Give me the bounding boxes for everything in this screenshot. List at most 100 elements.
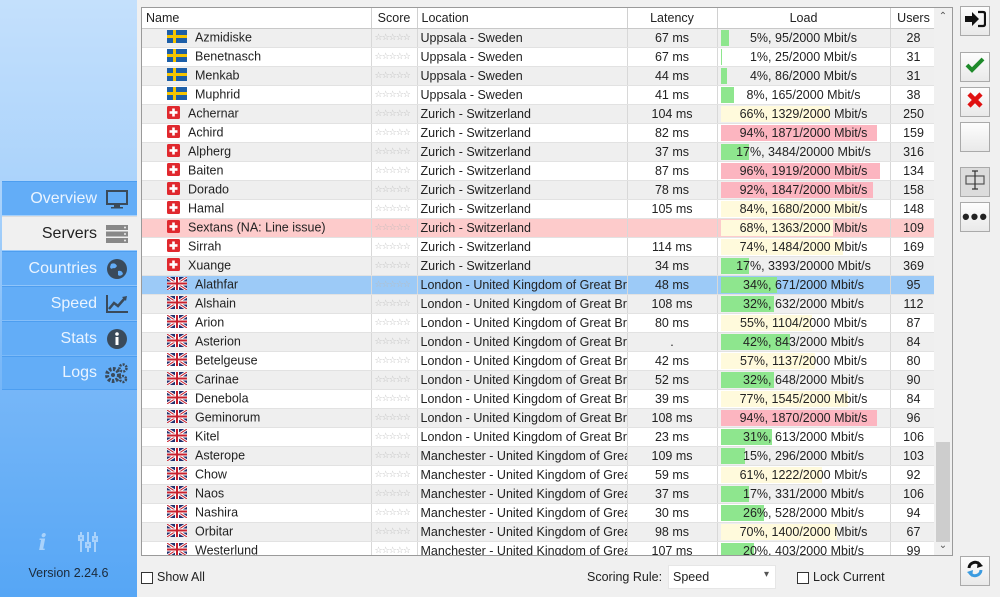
cell-location: Zurich - Switzerland xyxy=(417,180,628,200)
table-row[interactable]: Achernar ☆☆☆☆☆ Zurich - Switzerland 104 ms 6… xyxy=(142,104,938,124)
scroll-down-arrow-icon[interactable]: ⌄ xyxy=(934,537,952,555)
cell-users: 103 xyxy=(890,446,938,466)
table-row[interactable]: Azmidiske ☆☆☆☆☆ Uppsala - Sweden 67 ms 5%, 9… xyxy=(142,28,938,48)
table-row[interactable]: Sirrah ☆☆☆☆☆ Zurich - Switzerland 114 ms 74%… xyxy=(142,237,938,257)
load-text: 68%, 1363/2000 Mbit/s xyxy=(739,220,868,235)
flag-uk-icon xyxy=(166,389,188,407)
table-row[interactable]: Alathfar ☆☆☆☆☆ London - United Kingdom of … xyxy=(142,275,938,295)
chart-icon xyxy=(105,293,129,315)
score-stars-icon: ☆☆☆☆☆ xyxy=(374,488,411,498)
table-row[interactable]: Asterope ☆☆☆☆☆ Manchester - United Kingdom… xyxy=(142,446,938,466)
table-row[interactable]: Geminorum ☆☆☆☆☆ London - United Kingdom of… xyxy=(142,408,938,428)
column-header-users[interactable]: Users xyxy=(890,8,938,29)
column-header-score[interactable]: Score xyxy=(371,8,418,29)
sidebar-item-countries[interactable]: Countries xyxy=(2,251,137,285)
flag-uk-icon xyxy=(166,465,188,483)
cell-score: ☆☆☆☆☆ xyxy=(371,180,418,200)
gears-icon xyxy=(105,362,129,384)
flag-uk-icon xyxy=(166,522,188,540)
table-row[interactable]: Naos ☆☆☆☆☆ Manchester - United Kingdom of … xyxy=(142,484,938,504)
vertical-scrollbar[interactable]: ⌃ ⌄ xyxy=(934,8,952,555)
checkbox-box[interactable] xyxy=(141,571,153,584)
table-row[interactable]: Dorado ☆☆☆☆☆ Zurich - Switzerland 78 ms 92%,… xyxy=(142,180,938,200)
cell-users: 148 xyxy=(890,199,938,219)
cell-location: Manchester - United Kingdom of Great Bri… xyxy=(417,446,628,466)
table-row[interactable]: Xuange ☆☆☆☆☆ Zurich - Switzerland 34 ms 17%,… xyxy=(142,256,938,276)
table-row[interactable]: Nashira ☆☆☆☆☆ Manchester - United Kingdom … xyxy=(142,503,938,523)
show-all-checkbox[interactable]: Show All xyxy=(141,570,205,584)
table-row[interactable]: Chow ☆☆☆☆☆ Manchester - United Kingdom of … xyxy=(142,465,938,485)
refresh-button[interactable] xyxy=(960,556,990,586)
sidebar-item-label: Speed xyxy=(50,294,97,312)
column-resize-button[interactable] xyxy=(960,167,990,197)
table-row[interactable]: Asterion ☆☆☆☆☆ London - United Kingdom of … xyxy=(142,332,938,352)
lock-current-checkbox[interactable]: Lock Current xyxy=(797,570,885,584)
scrollbar-thumb[interactable] xyxy=(936,442,950,542)
table-row[interactable]: Orbitar ☆☆☆☆☆ Manchester - United Kingdom … xyxy=(142,522,938,542)
column-header-latency[interactable]: Latency xyxy=(627,8,718,29)
table-row[interactable]: Kitel ☆☆☆☆☆ London - United Kingdom of Gre… xyxy=(142,427,938,447)
info-italic-icon[interactable]: i xyxy=(38,530,46,556)
sidebar-footer: i Version 2.24.6 xyxy=(0,528,137,580)
cell-location: Uppsala - Sweden xyxy=(417,28,628,48)
checkbox-box[interactable] xyxy=(797,571,809,584)
column-header-name[interactable]: Name xyxy=(142,8,372,29)
table-row[interactable]: Carinae ☆☆☆☆☆ London - United Kingdom of G… xyxy=(142,370,938,390)
load-text: 92%, 1847/2000 Mbit/s xyxy=(739,182,868,197)
cell-location: London - United Kingdom of Great Britain xyxy=(417,313,628,333)
table-row[interactable]: Betelgeuse ☆☆☆☆☆ London - United Kingdom o… xyxy=(142,351,938,371)
table-row[interactable]: Achird ☆☆☆☆☆ Zurich - Switzerland 82 ms 94%,… xyxy=(142,123,938,143)
more-button[interactable]: ••• xyxy=(960,202,990,232)
server-name: Achernar xyxy=(188,105,239,120)
table-row[interactable]: Denebola ☆☆☆☆☆ London - United Kingdom of … xyxy=(142,389,938,409)
cell-name: Betelgeuse xyxy=(142,351,372,371)
column-header-location[interactable]: Location xyxy=(417,8,628,29)
show-all-label: Show All xyxy=(157,570,205,584)
table-row[interactable]: Hamal ☆☆☆☆☆ Zurich - Switzerland 105 ms 84%,… xyxy=(142,199,938,219)
cell-name: Sirrah xyxy=(142,237,372,257)
cell-load: 66%, 1329/2000 Mbit/s xyxy=(717,104,891,124)
server-name: Sirrah xyxy=(188,238,222,253)
cell-latency: 87 ms xyxy=(627,161,718,181)
sidebar-item-stats[interactable]: Stats xyxy=(2,321,137,355)
table-row[interactable]: Westerlund ☆☆☆☆☆ Manchester - United Kingd… xyxy=(142,541,938,555)
connect-button[interactable] xyxy=(960,6,990,36)
sidebar-item-overview[interactable]: Overview xyxy=(2,181,137,215)
cancel-button[interactable] xyxy=(960,87,990,117)
cell-latency: . xyxy=(627,332,718,352)
sidebar-item-servers[interactable]: Servers xyxy=(2,216,137,250)
blank-button[interactable] xyxy=(960,122,990,152)
cell-score: ☆☆☆☆☆ xyxy=(371,28,418,48)
cell-name: Naos xyxy=(142,484,372,504)
cell-location: London - United Kingdom of Great Britain xyxy=(417,427,628,447)
load-text: 74%, 1484/2000 Mbit/s xyxy=(739,239,868,254)
table-row[interactable]: Alpherg ☆☆☆☆☆ Zurich - Switzerland 37 ms 17%… xyxy=(142,142,938,162)
flag-uk-icon xyxy=(166,294,188,312)
sidebar-item-logs[interactable]: Logs xyxy=(2,356,137,390)
table-row[interactable]: Alshain ☆☆☆☆☆ London - United Kingdom of G… xyxy=(142,294,938,314)
sliders-icon[interactable] xyxy=(77,530,99,557)
load-text: 57%, 1137/2000 Mbit/s xyxy=(740,353,867,368)
cell-location: Zurich - Switzerland xyxy=(417,104,628,124)
table-row[interactable]: Sextans (NA: Line issue) ☆☆☆☆☆ Zurich - Sw… xyxy=(142,218,938,238)
scroll-up-arrow-icon[interactable]: ⌃ xyxy=(934,8,952,26)
table-row[interactable]: Menkab ☆☆☆☆☆ Uppsala - Sweden 44 ms 4%, 86/2… xyxy=(142,66,938,86)
server-name: Carinae xyxy=(195,371,239,386)
table-row[interactable]: Muphrid ☆☆☆☆☆ Uppsala - Sweden 41 ms 8%, 165… xyxy=(142,85,938,105)
cell-name: Alshain xyxy=(142,294,372,314)
cell-load: 70%, 1400/2000 Mbit/s xyxy=(717,522,891,542)
cell-users: 158 xyxy=(890,180,938,200)
table-row[interactable]: Arion ☆☆☆☆☆ London - United Kingdom of Gre… xyxy=(142,313,938,333)
table-row[interactable]: Baiten ☆☆☆☆☆ Zurich - Switzerland 87 ms 96%,… xyxy=(142,161,938,181)
confirm-button[interactable] xyxy=(960,52,990,82)
scoring-rule-select[interactable]: Speed ▾ xyxy=(668,565,776,589)
load-bar xyxy=(720,86,734,103)
server-name: Asterope xyxy=(195,447,246,462)
sidebar-item-speed[interactable]: Speed xyxy=(2,286,137,320)
table-row[interactable]: Benetnasch ☆☆☆☆☆ Uppsala - Sweden 67 ms 1%, … xyxy=(142,47,938,67)
cell-name: Asterion xyxy=(142,332,372,352)
cell-location: London - United Kingdom of Great Britain xyxy=(417,294,628,314)
server-name: Asterion xyxy=(195,333,241,348)
cell-score: ☆☆☆☆☆ xyxy=(371,275,418,295)
column-header-load[interactable]: Load xyxy=(717,8,891,29)
